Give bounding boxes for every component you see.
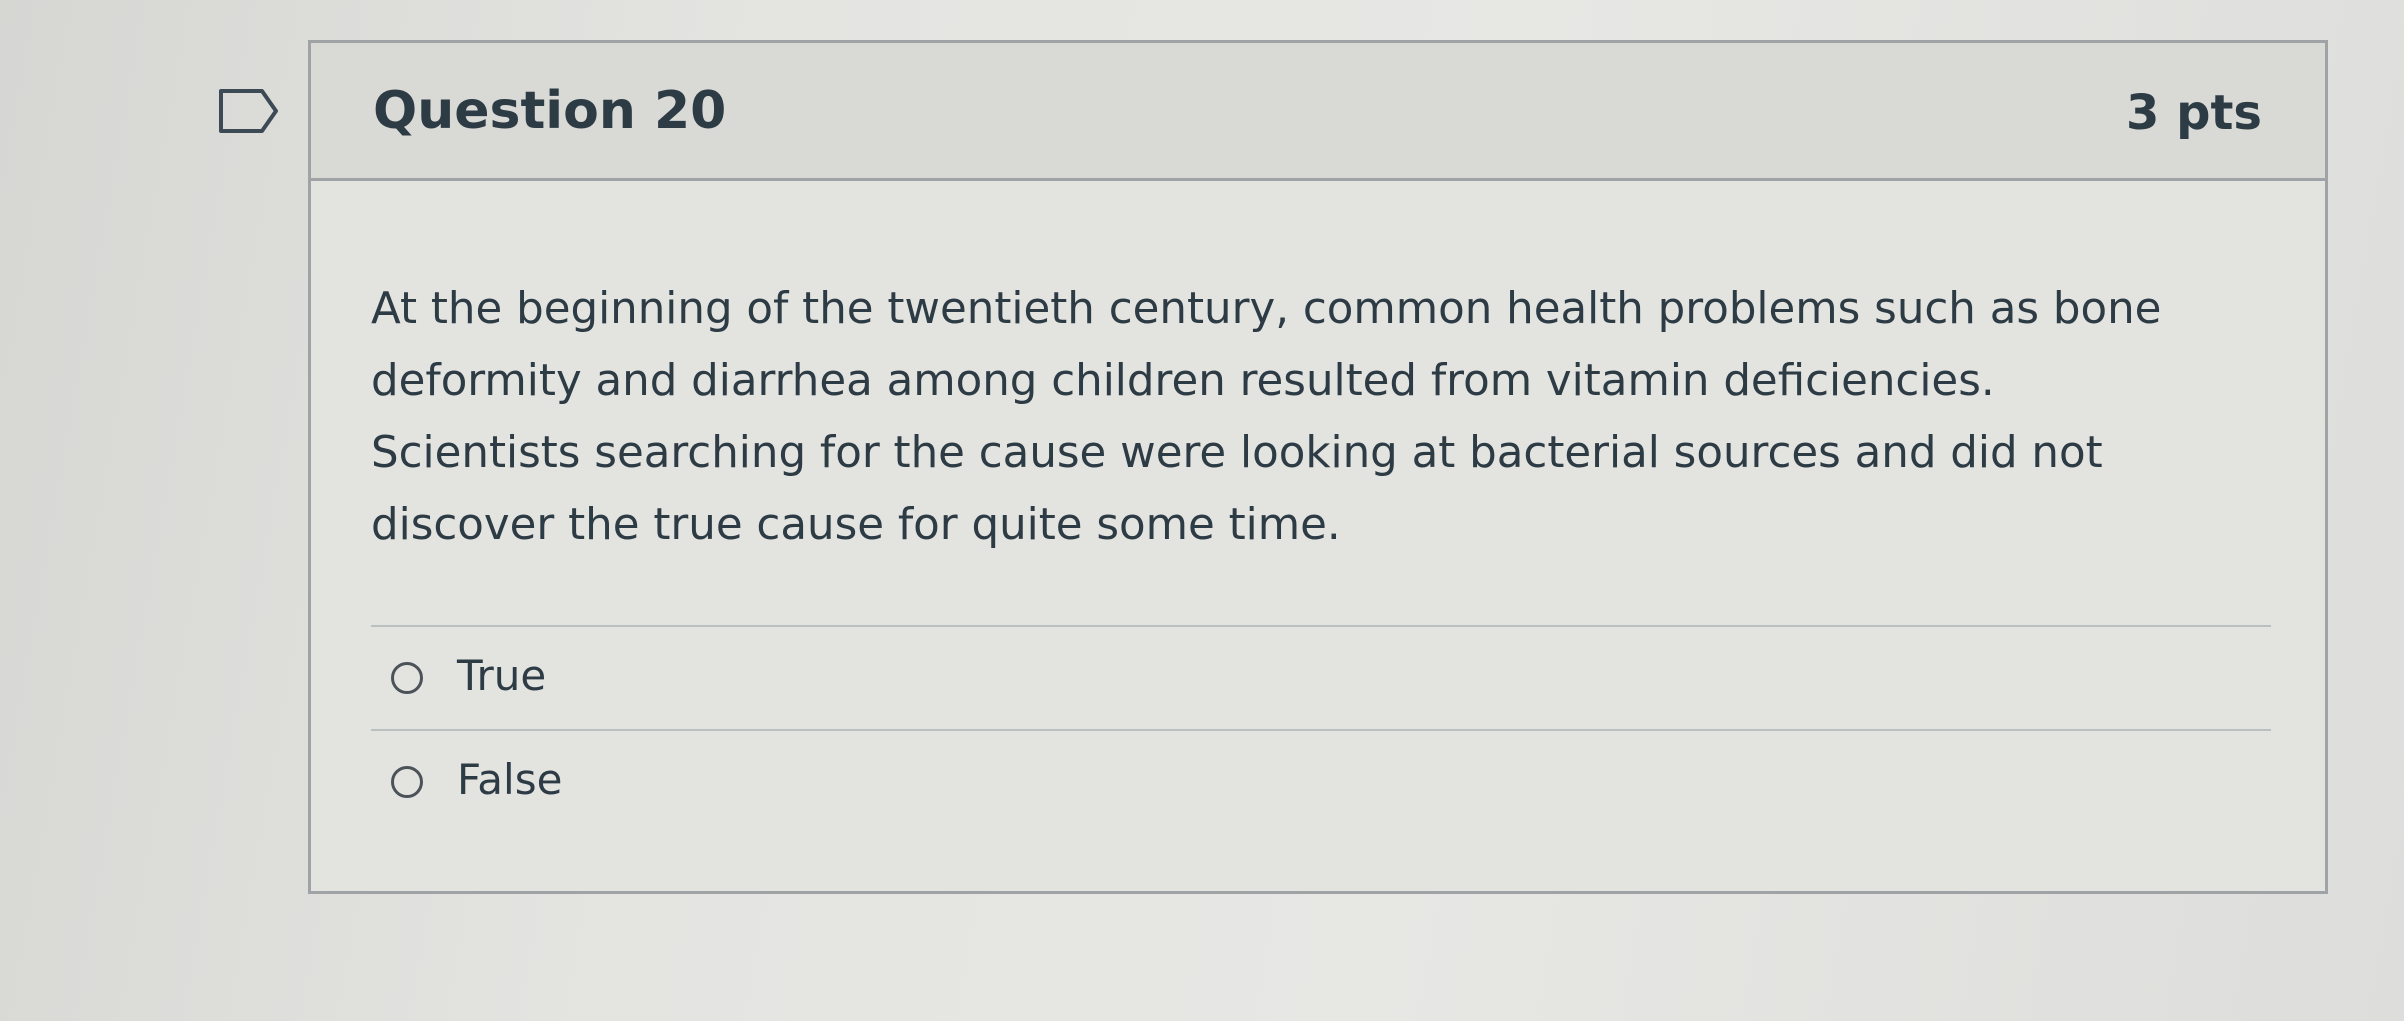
question-title: Question 20 — [373, 81, 727, 141]
question-header: Question 20 3 pts — [311, 43, 2325, 181]
answer-option-false[interactable]: False — [371, 731, 2271, 833]
question-points: 3 pts — [2126, 85, 2262, 141]
radio-button-icon[interactable] — [391, 766, 423, 798]
question-card: Question 20 3 pts At the beginning of th… — [308, 40, 2328, 894]
radio-button-icon[interactable] — [391, 662, 423, 694]
question-text: At the beginning of the twentieth centur… — [371, 284, 2162, 550]
flag-question-icon[interactable] — [218, 88, 280, 134]
answer-label[interactable]: False — [457, 755, 562, 805]
answer-list: True False — [371, 625, 2271, 833]
answer-option-true[interactable]: True — [371, 627, 2271, 729]
answer-label[interactable]: True — [457, 651, 546, 701]
